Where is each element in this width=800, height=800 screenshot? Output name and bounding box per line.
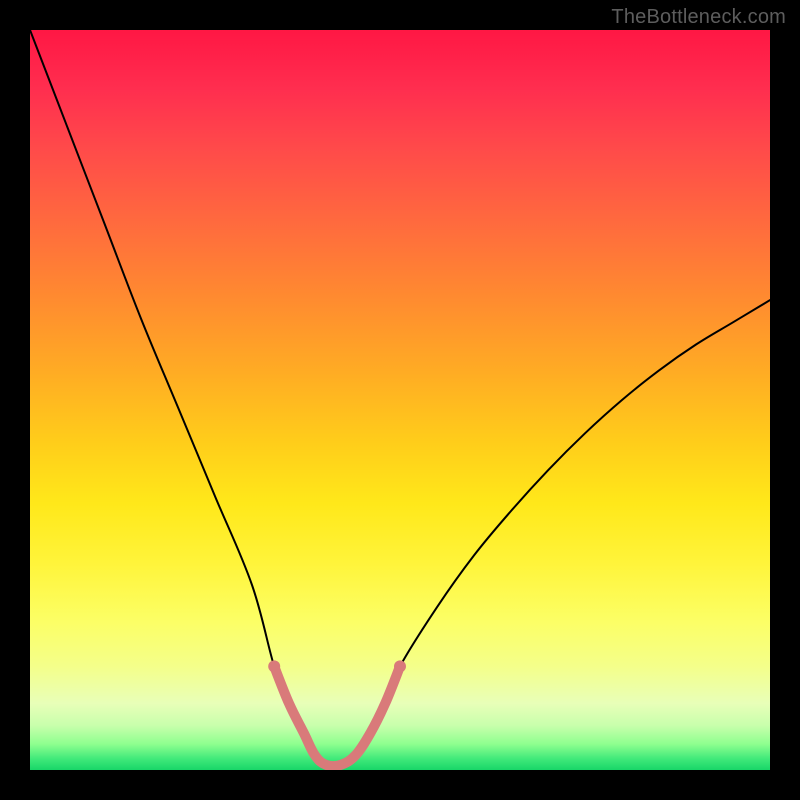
- marker-dot: [268, 660, 280, 672]
- sweet-spot-endpoints: [268, 660, 406, 672]
- curve-layer: [30, 30, 770, 770]
- bottleneck-curve: [30, 30, 770, 768]
- watermark-text: TheBottleneck.com: [611, 6, 786, 29]
- plot-area: [30, 30, 770, 770]
- sweet-spot-band: [274, 666, 400, 766]
- marker-dot: [394, 660, 406, 672]
- chart-stage: TheBottleneck.com: [0, 0, 800, 800]
